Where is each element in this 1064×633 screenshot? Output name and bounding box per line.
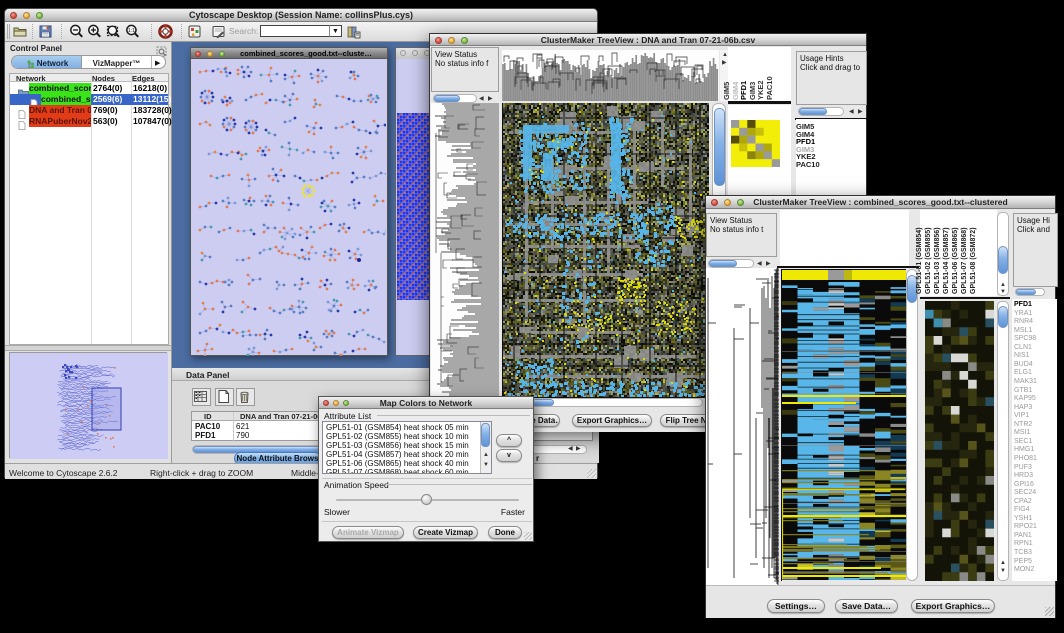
svg-text:1:1: 1:1 [128,28,135,34]
